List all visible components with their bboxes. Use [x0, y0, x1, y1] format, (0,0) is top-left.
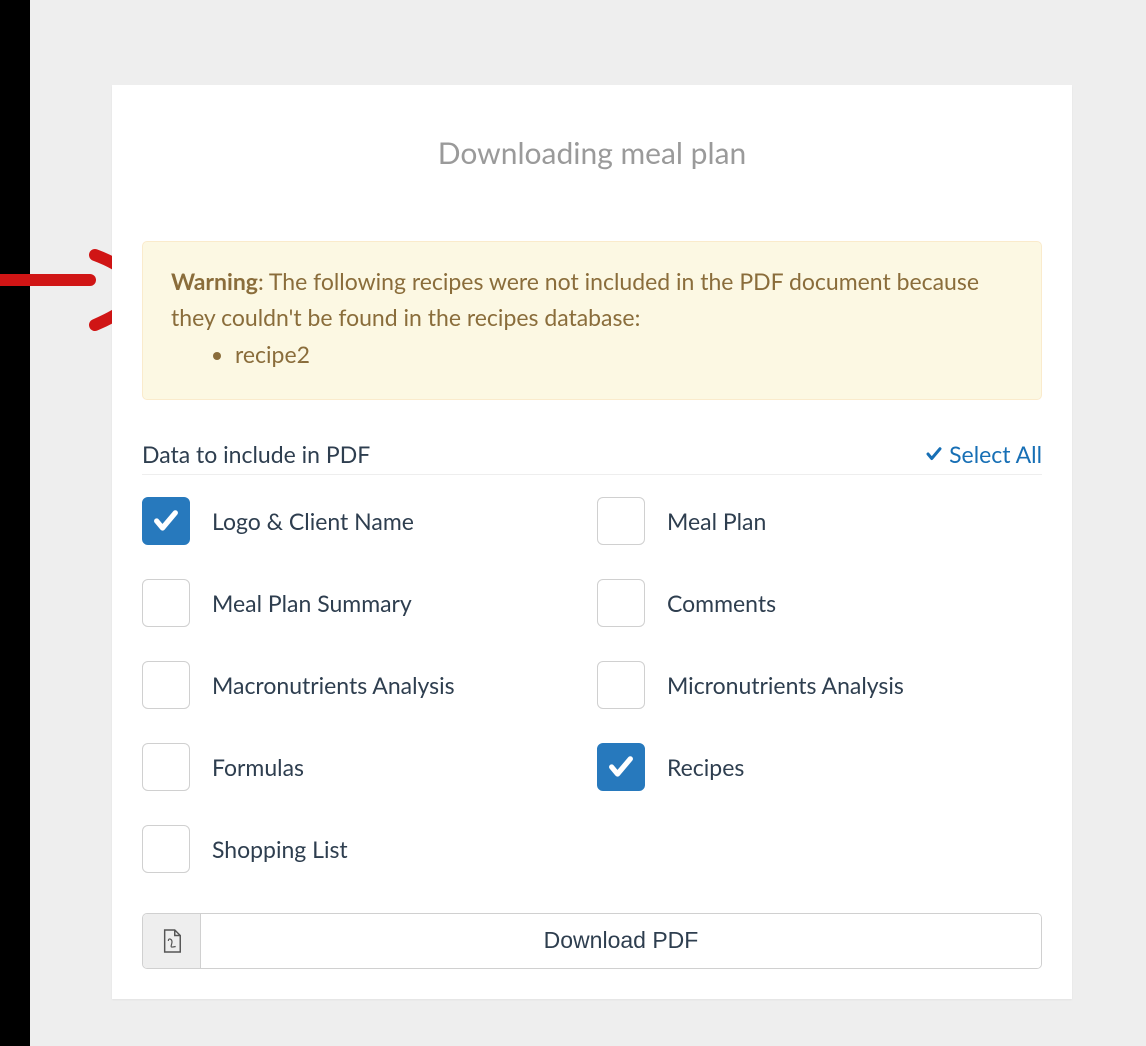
checkbox[interactable]: [597, 579, 645, 627]
option-meal-plan[interactable]: Meal Plan: [597, 497, 1042, 545]
download-pdf-button[interactable]: Download PDF: [201, 914, 1041, 968]
warning-label: Warning: [171, 267, 258, 295]
check-icon: [607, 753, 635, 781]
check-icon: [925, 445, 943, 463]
page-title: Downloading meal plan: [142, 135, 1042, 171]
option-meal-plan-summary[interactable]: Meal Plan Summary: [142, 579, 587, 627]
check-icon: [152, 507, 180, 535]
pdf-file-icon: [161, 928, 183, 954]
checkbox[interactable]: [597, 743, 645, 791]
option-logo-client-name[interactable]: Logo & Client Name: [142, 497, 587, 545]
select-all-link[interactable]: Select All: [925, 440, 1042, 468]
options-grid: Logo & Client Name Meal Plan Meal Plan Sum…: [142, 497, 1042, 873]
left-dark-strip: [0, 0, 30, 1046]
option-label: Meal Plan Summary: [212, 589, 412, 617]
option-label: Formulas: [212, 753, 304, 781]
option-macronutrients-analysis[interactable]: Macronutrients Analysis: [142, 661, 587, 709]
modal-card: Downloading meal plan Warning: The follo…: [112, 85, 1072, 999]
option-label: Comments: [667, 589, 776, 617]
option-shopping-list[interactable]: Shopping List: [142, 825, 587, 873]
option-formulas[interactable]: Formulas: [142, 743, 587, 791]
checkbox[interactable]: [142, 825, 190, 873]
section-label: Data to include in PDF: [142, 440, 370, 468]
option-label: Macronutrients Analysis: [212, 671, 455, 699]
option-label: Logo & Client Name: [212, 507, 414, 535]
warning-list: recipe2: [171, 337, 1013, 373]
section-header: Data to include in PDF Select All: [142, 440, 1042, 475]
warning-alert: Warning: The following recipes were not …: [142, 241, 1042, 400]
checkbox[interactable]: [142, 497, 190, 545]
option-recipes[interactable]: Recipes: [597, 743, 1042, 791]
checkbox[interactable]: [597, 661, 645, 709]
checkbox[interactable]: [142, 661, 190, 709]
option-label: Micronutrients Analysis: [667, 671, 904, 699]
option-label: Recipes: [667, 753, 744, 781]
option-micronutrients-analysis[interactable]: Micronutrients Analysis: [597, 661, 1042, 709]
option-label: Meal Plan: [667, 507, 766, 535]
warning-message: : The following recipes were not include…: [171, 267, 979, 331]
option-label: Shopping List: [212, 835, 348, 863]
option-comments[interactable]: Comments: [597, 579, 1042, 627]
checkbox[interactable]: [142, 743, 190, 791]
download-row: Download PDF: [142, 913, 1042, 969]
checkbox[interactable]: [142, 579, 190, 627]
checkbox[interactable]: [597, 497, 645, 545]
select-all-label: Select All: [949, 440, 1042, 468]
warning-list-item: recipe2: [235, 337, 1013, 373]
pdf-icon-box: [143, 914, 201, 968]
